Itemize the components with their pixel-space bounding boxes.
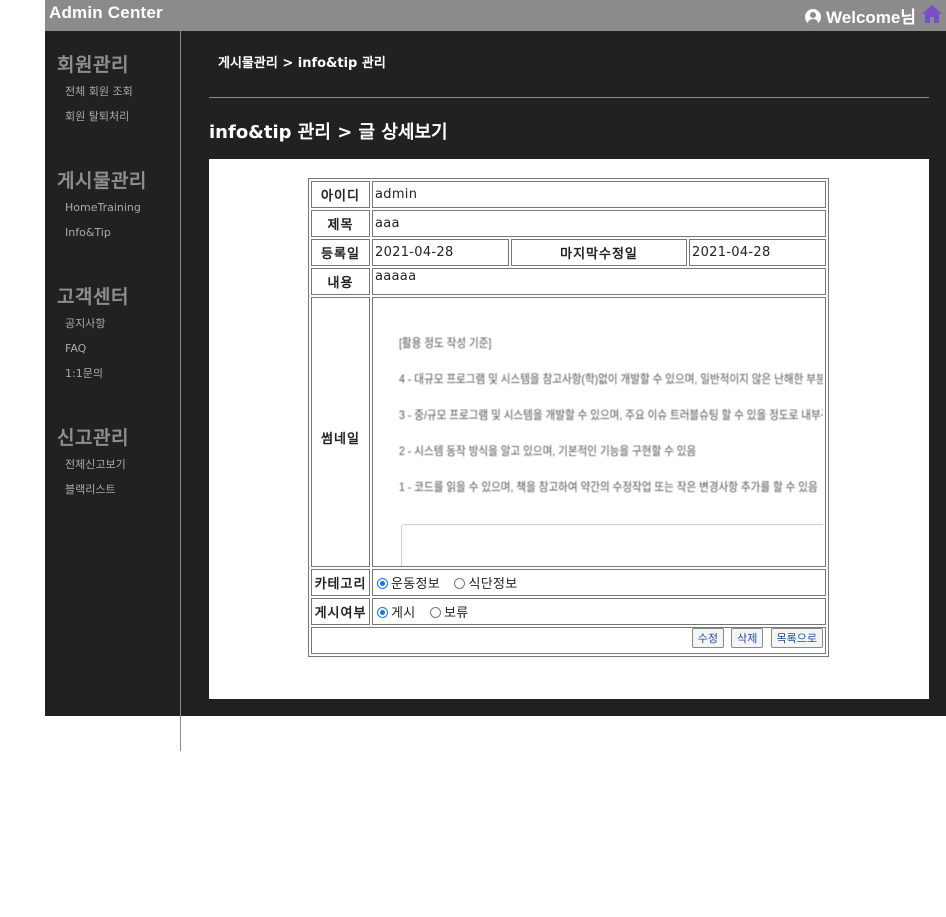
breadcrumb-divider [209,97,929,98]
sidebar-item-all-reports[interactable]: 전체신고보기 [65,456,129,481]
user-circle-icon [805,9,822,25]
category-label: 카테고리 [311,569,370,596]
sidebar-item-member-withdrawal[interactable]: 회원 탈퇴처리 [65,108,133,133]
table-row: 제목 aaa [311,210,826,237]
radio-unselected-icon[interactable] [454,578,466,589]
app-title: Admin Center [49,3,163,22]
thumbnail-text-line: 4 - 대규모 프로그램 및 시스템을 참고사항(학)없이 개발할 수 있으며,… [399,372,823,386]
top-bar: Admin Center Welcome님 [45,0,946,31]
table-row: 썸네일 [활용 정도 작성 기준] 4 - 대규모 프로그램 및 시스템을 참고… [311,297,826,567]
thumbnail-label: 썸네일 [311,297,370,567]
category-option-exercise[interactable]: 운동정보 [375,577,440,592]
thumbnail-cell: [활용 정도 작성 기준] 4 - 대규모 프로그램 및 시스템을 참고사항(학… [372,297,826,567]
thumbnail-text-line: 1 - 코드를 읽을 수 있으며, 책을 참고하여 약간의 수정작업 또는 작은… [399,480,818,494]
moddate-label: 마지막수정일 [511,239,687,266]
content-label: 내용 [311,268,370,295]
sidebar-item-faq[interactable]: FAQ [65,340,129,365]
table-row: 아이디 admin [311,181,826,208]
table-row: 등록일 2021-04-28 마지막수정일 2021-04-28 [311,239,826,266]
sidebar-heading: 고객센터 [57,286,129,308]
radio-selected-icon[interactable] [377,578,388,589]
thumbnail-text-line: [활용 정도 작성 기준] [399,336,492,350]
sidebar-item-inquiry[interactable]: 1:1문의 [65,365,129,390]
sidebar-item-blacklist[interactable]: 블랙리스트 [65,481,129,506]
sidebar-group-members: 회원관리 전체 회원 조회 회원 탈퇴처리 [57,50,133,133]
radio-selected-icon[interactable] [377,607,388,618]
table-row: 내용 aaaaa [311,268,826,295]
sidebar-item-all-members[interactable]: 전체 회원 조회 [65,83,133,108]
category-options: 운동정보 식단정보 [372,569,826,596]
regdate-value: 2021-04-28 [372,239,509,266]
sidebar-divider [180,31,181,751]
breadcrumb: 게시물관리 > info&tip 관리 [218,56,386,71]
visibility-option-hold[interactable]: 보류 [428,606,469,621]
sidebar-item-notice[interactable]: 공지사항 [65,315,129,340]
category-option-diet[interactable]: 식단정보 [452,577,517,592]
welcome-text: Welcome님 [826,8,916,27]
visibility-option-post[interactable]: 게시 [375,606,416,621]
table-row: 수정 삭제 목록으로 [311,627,826,654]
radio-unselected-icon[interactable] [429,607,441,618]
edit-button[interactable]: 수정 [691,628,724,648]
table-row: 게시여부 게시 보류 [311,598,826,625]
thumbnail-input-box [401,524,823,566]
visibility-option-label: 게시 [391,606,416,621]
table-row: 카테고리 운동정보 식단정보 [311,569,826,596]
subject-label: 제목 [311,210,370,237]
regdate-label: 등록일 [311,239,370,266]
sidebar-item-hometraining[interactable]: HomeTraining [65,199,147,224]
sidebar-item-infotip[interactable]: Info&Tip [65,224,147,249]
sidebar-group-posts: 게시물관리 HomeTraining Info&Tip [57,166,147,249]
sidebar-group-support: 고객센터 공지사항 FAQ 1:1문의 [57,282,129,390]
thumbnail-text-line: 3 - 중/규모 프로그램 및 시스템을 개발할 수 있으며, 주요 이슈 트러… [399,408,823,422]
visibility-option-label: 보류 [443,606,469,621]
content-value: aaaaa [372,268,826,295]
action-buttons: 수정 삭제 목록으로 [311,627,826,654]
visibility-options: 게시 보류 [372,598,826,625]
sidebar-heading: 신고관리 [57,427,129,449]
category-option-label: 식단정보 [468,577,518,592]
delete-button[interactable]: 삭제 [731,628,764,648]
thumbnail-text-line: 2 - 시스템 동작 방식을 알고 있으며, 기본적인 기능을 구현할 수 있음 [399,444,697,458]
moddate-value: 2021-04-28 [689,239,826,266]
subject-value: aaa [372,210,826,237]
welcome-area: Welcome님 [805,3,916,28]
sidebar-heading: 게시물관리 [57,170,147,192]
back-to-list-button[interactable]: 목록으로 [770,628,823,648]
post-detail-table: 아이디 admin 제목 aaa 등록일 2021-04-28 마지막수정일 2… [308,178,829,657]
home-icon[interactable] [921,4,943,24]
page-title: info&tip 관리 > 글 상세보기 [209,122,448,143]
category-option-label: 운동정보 [391,577,441,592]
sidebar-heading: 회원관리 [57,54,129,76]
id-value: admin [372,181,826,208]
sidebar-group-reports: 신고관리 전체신고보기 블랙리스트 [57,423,129,506]
id-label: 아이디 [311,181,370,208]
visibility-label: 게시여부 [311,598,370,625]
thumbnail-image: [활용 정도 작성 기준] 4 - 대규모 프로그램 및 시스템을 참고사항(학… [375,298,823,566]
